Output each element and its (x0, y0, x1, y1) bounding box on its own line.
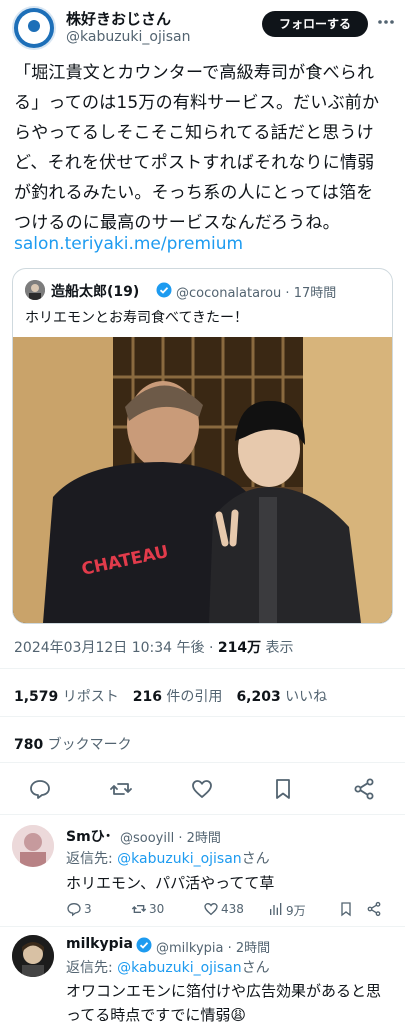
replying-to-link[interactable]: @kabuzuki_ojisan (117, 851, 242, 867)
reply-avatar[interactable] (12, 935, 54, 977)
tweet-line: る」ってのは15万の有料サービス。だいぶ前か (14, 93, 380, 113)
views-icon[interactable] (268, 901, 284, 917)
tweet-header: 株好きおじさん @kabuzuki_ojisan フォローする (0, 0, 405, 56)
reply-count: 3 (84, 902, 92, 916)
quotes-stat[interactable]: 216 件の引用 (133, 689, 223, 705)
reply-text: ホリエモン、パパ活やってて草 (66, 874, 275, 892)
repost-count: 30 (149, 902, 165, 916)
verified-badge-icon (136, 937, 152, 953)
replying-prefix: 返信先: (66, 851, 118, 867)
like-icon[interactable] (203, 901, 219, 917)
quote-author-handle[interactable]: @coconalatarou · 17時間 (176, 282, 336, 301)
quote-author-name[interactable]: 造船太郎(19) (51, 281, 139, 301)
divider (0, 762, 405, 763)
reply-text: オワコンエモンに箔付けや広告効果があると思 ってる時点ですでに情弱😩 (66, 979, 396, 1024)
bookmarks-stat[interactable]: 780 ブックマーク (14, 734, 132, 754)
divider (0, 668, 405, 669)
like-icon[interactable] (190, 777, 214, 801)
likes-label: いいね (280, 689, 328, 705)
author-handle[interactable]: @kabuzuki_ojisan (66, 29, 191, 45)
reply-author-name[interactable]: milkypia (66, 936, 133, 952)
bookmark-icon[interactable] (271, 777, 295, 801)
reply-item[interactable]: Smひ･ @sooyill · 2時間 返信先: @kabuzuki_ojisa… (0, 815, 405, 935)
reply-text-line: ってる時点ですでに情弱😩 (66, 1006, 247, 1024)
reply-avatar-icon (12, 935, 54, 977)
bookmarks-count: 780 (14, 737, 44, 753)
avatar-icon (28, 20, 40, 32)
more-options-icon[interactable] (376, 12, 396, 32)
divider (0, 716, 405, 717)
reply-text-line: オワコンエモンに箔付けや広告効果があると思 (66, 982, 382, 1000)
quoted-tweet[interactable]: 造船太郎(19) @coconalatarou · 17時間 ホリエモンとお寿司… (12, 268, 393, 624)
views-count: 9万 (286, 904, 306, 918)
replying-to-link[interactable]: @kabuzuki_ojisan (117, 960, 242, 976)
author-avatar[interactable] (12, 6, 56, 50)
tweet-line: が釣れるみたい。そっち系の人にとっては箔を (14, 183, 374, 203)
reply-author-name[interactable]: Smひ･ (66, 826, 112, 846)
follow-button[interactable]: フォローする (262, 11, 368, 37)
photo-two-people-image: CHATEAU (13, 337, 392, 623)
reposts-stat[interactable]: 1,579 リポスト (14, 689, 119, 705)
replying-prefix: 返信先: (66, 960, 118, 976)
bookmark-icon[interactable] (338, 901, 354, 917)
tweet-line: らやってるしそこそこ知られてる話だと思うけ (14, 123, 374, 143)
reply-author-handle[interactable]: @milkypia · 2時間 (156, 937, 270, 956)
bookmarks-label: ブックマーク (43, 737, 132, 753)
tweet-timestamp[interactable]: 2024年03月12日 10:34 午後 · 214万 表示 (14, 637, 294, 657)
reply-icon[interactable] (28, 777, 52, 801)
quote-photo[interactable]: CHATEAU (13, 337, 392, 623)
timestamp-date: 2024年03月12日 10:34 午後 · (14, 640, 218, 656)
share-icon[interactable] (366, 901, 382, 917)
repost-icon[interactable] (109, 777, 133, 801)
quotes-count: 216 (132, 689, 162, 705)
tweet-text: 「堀江貴文とカウンターで高級寿司が食べられ る」ってのは15万の有料サービス。だ… (14, 58, 395, 238)
quote-text: ホリエモンとお寿司食べてきたー！ (25, 310, 249, 326)
like-count: 438 (221, 902, 244, 916)
tweet-line: 「堀江貴文とカウンターで高級寿司が食べられ (14, 63, 375, 83)
quote-avatar-icon (25, 280, 45, 300)
reply-author-handle[interactable]: @sooyill · 2時間 (120, 827, 221, 846)
quotes-label: 件の引用 (161, 689, 223, 705)
reposts-label: リポスト (58, 689, 119, 705)
replying-to: 返信先: @kabuzuki_ojisanさん (66, 957, 270, 977)
likes-count: 6,203 (236, 689, 281, 705)
reply-item[interactable]: milkypia @milkypia · 2時間 返信先: @kabuzuki_… (0, 927, 405, 1024)
reply-avatar[interactable] (12, 825, 54, 867)
reposts-count: 1,579 (14, 689, 59, 705)
quote-avatar[interactable] (25, 280, 45, 300)
likes-stat[interactable]: 6,203 いいね (236, 689, 327, 705)
views-label: 表示 (261, 640, 294, 656)
author-display-name[interactable]: 株好きおじさん (66, 8, 171, 29)
repost-icon[interactable] (131, 901, 147, 917)
replying-suffix: さん (241, 851, 270, 867)
share-icon[interactable] (352, 777, 376, 801)
tweet-line: ど、それを伏せてポストすればそれなりに情弱 (14, 153, 375, 173)
engagement-stats: 1,579 リポスト 216 件の引用 6,203 いいね (14, 686, 327, 706)
reply-icon[interactable] (66, 901, 82, 917)
reply-avatar-icon (12, 825, 54, 867)
views-count: 214万 (217, 640, 262, 656)
verified-badge-icon (156, 282, 172, 298)
replying-suffix: さん (241, 960, 270, 976)
tweet-link[interactable]: salon.teriyaki.me/premium (14, 234, 243, 254)
replying-to: 返信先: @kabuzuki_ojisanさん (66, 848, 270, 868)
